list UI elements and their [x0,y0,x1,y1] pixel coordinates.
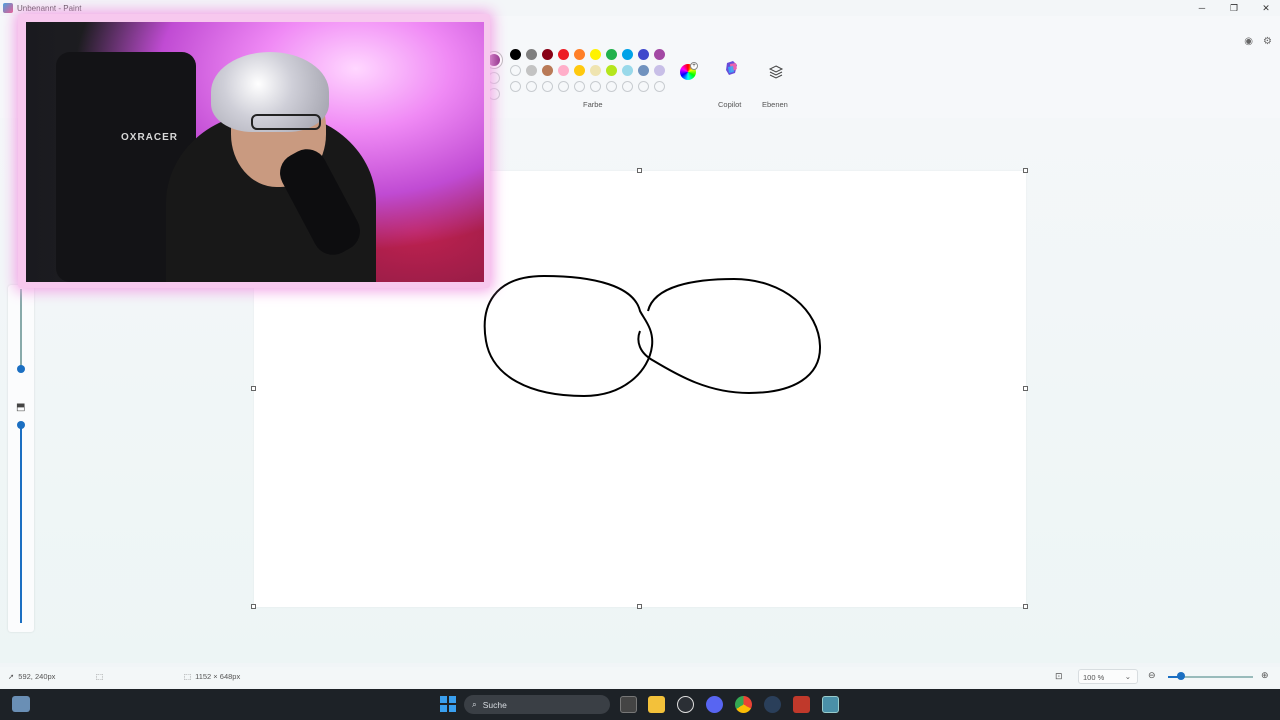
color-swatch[interactable] [590,49,601,60]
color-swatch[interactable] [606,81,617,92]
chevron-down-icon: ⌄ [1124,672,1131,681]
settings-gear-icon[interactable]: ⚙ [1263,36,1272,47]
drop-icon: ⬒ [16,402,26,413]
search-icon: ⌕ [472,699,477,709]
steam-icon[interactable] [764,696,781,713]
chair-brand-text: OXRACER [121,132,179,143]
webcam-overlay: OXRACER [18,14,490,288]
zoom-out-icon[interactable]: ⊖ [1148,670,1156,681]
color-swatch[interactable] [606,49,617,60]
zoom-in-icon[interactable]: ⊕ [1261,670,1269,681]
copilot-icon[interactable] [724,60,740,76]
color-swatch[interactable] [654,49,665,60]
color-swatch[interactable] [574,81,585,92]
selection-size: ⬚ [96,672,103,681]
color-swatch[interactable] [526,81,537,92]
color-palette [510,49,665,92]
layers-icon[interactable] [768,64,784,80]
color-swatch[interactable] [622,65,633,76]
fit-to-window-icon[interactable]: ⊡ [1055,671,1063,682]
minimize-button[interactable]: ─ [1196,3,1208,13]
color-swatch[interactable] [542,65,553,76]
canvas-size: ⬚ 1152 × 648px [184,672,240,681]
search-placeholder: Suche [482,699,507,710]
opacity-slider-track[interactable] [20,289,22,371]
layers-label[interactable]: Ebenen [762,100,788,109]
color-swatch[interactable] [510,65,521,76]
add-color-icon: + [690,62,698,70]
zoom-slider-knob[interactable] [1177,672,1185,680]
color-group-label: Farbe [583,100,603,109]
color-swatch[interactable] [590,81,601,92]
status-bar: ➚ 592, 240px ⬚ ⬚ 1152 × 648px ⊡ 100 % ⌄ … [0,667,1280,687]
paint-taskbar-icon[interactable] [822,696,839,713]
zoom-level: 100 % [1083,673,1105,682]
color-swatch[interactable] [574,49,585,60]
tool-size-panel: ⬒ [8,285,34,632]
taskbar-search[interactable]: ⌕ Suche [464,695,610,714]
size-slider-track[interactable] [20,423,22,623]
maximize-button[interactable]: ❐ [1228,3,1240,14]
color-swatch[interactable] [542,49,553,60]
cursor-position-text: 592, 240px [18,672,56,681]
size-slider-knob[interactable] [17,421,25,429]
color-swatch[interactable] [638,81,649,92]
app-red-icon[interactable] [793,696,810,713]
windows-start-icon[interactable] [440,696,456,712]
color-swatch[interactable] [510,81,521,92]
color-swatch[interactable] [558,49,569,60]
account-icon[interactable]: ◉ [1244,36,1253,47]
color-swatch[interactable] [526,65,537,76]
color-swatch[interactable] [542,81,553,92]
widgets-icon[interactable] [12,696,30,712]
copilot-label[interactable]: Copilot [718,100,741,109]
color-swatch[interactable] [574,65,585,76]
window-title: Unbenannt - Paint [17,3,82,13]
color-swatch[interactable] [526,49,537,60]
canvas-size-text: 1152 × 648px [195,672,241,681]
color-swatch[interactable] [606,65,617,76]
glasses [251,114,321,130]
zoom-dropdown[interactable]: 100 % ⌄ [1078,669,1138,684]
color-swatch[interactable] [622,81,633,92]
paint-app-icon [3,3,13,13]
task-view-icon[interactable] [620,696,637,713]
ribbon-right-icons: ◉ ⚙ [1244,36,1272,47]
windows-taskbar: ⌕ Suche [0,689,1280,720]
file-explorer-icon[interactable] [648,696,665,713]
opacity-slider-knob[interactable] [17,365,25,373]
chrome-icon[interactable] [735,696,752,713]
color-swatch[interactable] [510,49,521,60]
color-swatch[interactable] [558,65,569,76]
color-swatch[interactable] [638,65,649,76]
color-swatch[interactable] [622,49,633,60]
app-icon[interactable] [677,696,694,713]
color-swatch[interactable] [590,65,601,76]
color-swatch[interactable] [654,81,665,92]
pointer-icon: ➚ [8,672,15,681]
window-controls: ─ ❐ ✕ [1196,0,1272,16]
cursor-position: ➚ 592, 240px [8,672,55,681]
discord-icon[interactable] [706,696,723,713]
color-swatch[interactable] [558,81,569,92]
webcam-video: OXRACER [26,22,484,282]
color-swatch[interactable] [654,65,665,76]
selection-icon: ⬚ [96,672,104,681]
close-button[interactable]: ✕ [1260,3,1272,14]
color-swatch[interactable] [638,49,649,60]
canvas-size-icon: ⬚ [184,672,192,681]
